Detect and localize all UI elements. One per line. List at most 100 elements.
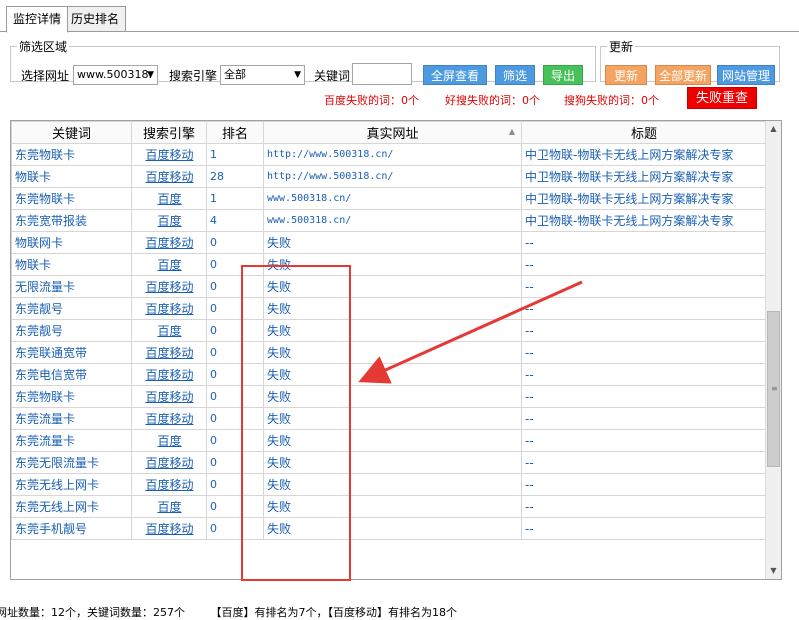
sort-up-icon: ▲ [508, 127, 515, 136]
cell-engine[interactable]: 百度移动 [131, 407, 207, 430]
update-all-button[interactable]: 全部更新 [655, 65, 711, 85]
cell-engine[interactable]: 百度移动 [131, 451, 207, 474]
scroll-down-icon[interactable]: ▼ [766, 563, 781, 579]
table-row[interactable]: 东莞流量卡 百度 0 失败 -- [11, 429, 767, 452]
cell-url: 失败 [263, 253, 522, 276]
cell-engine[interactable]: 百度 [131, 209, 207, 232]
cell-keyword[interactable]: 东莞物联卡 [11, 187, 132, 210]
keyword-input[interactable] [352, 63, 412, 85]
table-header-row: 关键词 搜索引擎 排名 真实网址 ▲ 标题 [11, 121, 767, 144]
status-footer: 网址数量：12个，关键词数量：257个 【百度】有排名为7个，【百度移动】有排名… [0, 604, 479, 620]
cell-keyword[interactable]: 东莞联通宽带 [11, 341, 132, 364]
cell-keyword[interactable]: 物联网卡 [11, 231, 132, 254]
cell-title: -- [521, 407, 767, 430]
table-row[interactable]: 东莞流量卡 百度移动 0 失败 -- [11, 407, 767, 430]
cell-engine[interactable]: 百度 [131, 429, 207, 452]
table-row[interactable]: 东莞无线上网卡 百度 0 失败 -- [11, 495, 767, 518]
scroll-up-icon[interactable]: ▲ [766, 121, 781, 137]
cell-title: -- [521, 319, 767, 342]
scroll-thumb[interactable]: ≡ [767, 311, 780, 467]
cell-engine[interactable]: 百度移动 [131, 363, 207, 386]
table-row[interactable]: 东莞手机靓号 百度移动 0 失败 -- [11, 517, 767, 540]
table-row[interactable]: 东莞靓号 百度移动 0 失败 -- [11, 297, 767, 320]
vertical-scrollbar[interactable]: ▲ ≡ ▼ [765, 121, 781, 579]
cell-title: -- [521, 451, 767, 474]
table-row[interactable]: 东莞电信宽带 百度移动 0 失败 -- [11, 363, 767, 386]
table-row[interactable]: 东莞宽带报装 百度 4 www.500318.cn/中卫物联-物联卡无线上网方案解决专… [11, 209, 767, 232]
table-row[interactable]: 物联卡 百度移动 28 http://www.500318.cn/中卫物联-物联卡无线… [11, 165, 767, 188]
cell-keyword[interactable]: 东莞手机靓号 [11, 517, 132, 540]
cell-keyword[interactable]: 东莞无线上网卡 [11, 495, 132, 518]
table-row[interactable]: 东莞物联卡 百度 1 www.500318.cn/中卫物联-物联卡无线上网方案解决专家 [11, 187, 767, 210]
cell-keyword[interactable]: 无限流量卡 [11, 275, 132, 298]
cell-engine[interactable]: 百度 [131, 495, 207, 518]
engine-label: 搜索引擎 [169, 69, 218, 83]
engine-select-value: 全部 [224, 68, 246, 81]
site-manage-button[interactable]: 网站管理 [717, 65, 775, 85]
cell-engine[interactable]: 百度移动 [131, 517, 207, 540]
cell-url: 失败 [263, 473, 522, 496]
cell-engine[interactable]: 百度移动 [131, 297, 207, 320]
cell-rank: 0 [206, 275, 264, 298]
cell-engine[interactable]: 百度移动 [131, 165, 207, 188]
cell-engine[interactable]: 百度 [131, 319, 207, 342]
cell-title: -- [521, 473, 767, 496]
cell-keyword[interactable]: 东莞无限流量卡 [11, 451, 132, 474]
table-row[interactable]: 东莞无线上网卡 百度移动 0 失败 -- [11, 473, 767, 496]
update-group: 更新 更新 全部更新 网站管理 [600, 38, 780, 85]
cell-rank: 0 [206, 297, 264, 320]
cell-engine[interactable]: 百度 [131, 187, 207, 210]
col-header-keyword[interactable]: 关键词 [11, 121, 132, 144]
cell-keyword[interactable]: 东莞物联卡 [11, 385, 132, 408]
filter-button[interactable]: 筛选 [495, 65, 535, 85]
update-legend: 更新 [609, 40, 634, 54]
cell-engine[interactable]: 百度移动 [131, 385, 207, 408]
table-row[interactable]: 东莞无限流量卡 百度移动 0 失败 -- [11, 451, 767, 474]
col-header-engine[interactable]: 搜索引擎 [131, 121, 207, 144]
table-row[interactable]: 东莞物联卡 百度移动 0 失败 -- [11, 385, 767, 408]
cell-keyword[interactable]: 东莞靓号 [11, 297, 132, 320]
cell-url: 失败 [263, 495, 522, 518]
fail-recheck-button[interactable]: 失败重查 [687, 87, 757, 109]
update-button[interactable]: 更新 [605, 65, 647, 85]
cell-keyword[interactable]: 东莞流量卡 [11, 407, 132, 430]
cell-keyword[interactable]: 东莞物联卡 [11, 143, 132, 166]
table-row[interactable]: 物联卡 百度 0 失败 -- [11, 253, 767, 276]
tab-monitor-details[interactable]: 监控详情 [6, 6, 69, 33]
cell-url: 失败 [263, 429, 522, 452]
cell-keyword[interactable]: 东莞宽带报装 [11, 209, 132, 232]
col-header-url-label: 真实网址 [366, 127, 419, 142]
table-row[interactable]: 东莞靓号 百度 0 失败 -- [11, 319, 767, 342]
cell-engine[interactable]: 百度 [131, 253, 207, 276]
table-row[interactable]: 东莞物联卡 百度移动 1 http://www.500318.cn/中卫物联-物联卡无… [11, 143, 767, 166]
fullscreen-button[interactable]: 全屏查看 [423, 65, 487, 85]
cell-keyword[interactable]: 东莞无线上网卡 [11, 473, 132, 496]
cell-keyword[interactable]: 东莞流量卡 [11, 429, 132, 452]
col-header-rank[interactable]: 排名 [206, 121, 264, 144]
table-row[interactable]: 东莞联通宽带 百度移动 0 失败 -- [11, 341, 767, 364]
cell-keyword[interactable]: 东莞靓号 [11, 319, 132, 342]
table-row[interactable]: 物联网卡 百度移动 0 失败 -- [11, 231, 767, 254]
cell-rank: 0 [206, 253, 264, 276]
cell-keyword[interactable]: 物联卡 [11, 253, 132, 276]
cell-engine[interactable]: 百度移动 [131, 473, 207, 496]
engine-select[interactable]: 全部 ▼ [220, 65, 305, 85]
cell-engine[interactable]: 百度移动 [131, 143, 207, 166]
table-row[interactable]: 无限流量卡 百度移动 0 失败 -- [11, 275, 767, 298]
cell-keyword[interactable]: 物联卡 [11, 165, 132, 188]
cell-engine[interactable]: 百度移动 [131, 341, 207, 364]
cell-keyword[interactable]: 东莞电信宽带 [11, 363, 132, 386]
cell-title: 中卫物联-物联卡无线上网方案解决专家 [521, 165, 767, 188]
export-button[interactable]: 导出 [543, 65, 583, 85]
cell-rank: 0 [206, 363, 264, 386]
cell-engine[interactable]: 百度移动 [131, 231, 207, 254]
tab-history-ranking[interactable]: 历史排名 [64, 6, 127, 32]
cell-engine[interactable]: 百度移动 [131, 275, 207, 298]
cell-url: www.500318.cn/ [263, 209, 522, 232]
col-header-title[interactable]: 标题 [521, 121, 767, 144]
col-header-url[interactable]: 真实网址 ▲ [263, 121, 522, 144]
cell-title: -- [521, 429, 767, 452]
site-select[interactable]: www.500318. ▼ [73, 65, 158, 85]
cell-url: www.500318.cn/ [263, 187, 522, 210]
cell-url: 失败 [263, 231, 522, 254]
